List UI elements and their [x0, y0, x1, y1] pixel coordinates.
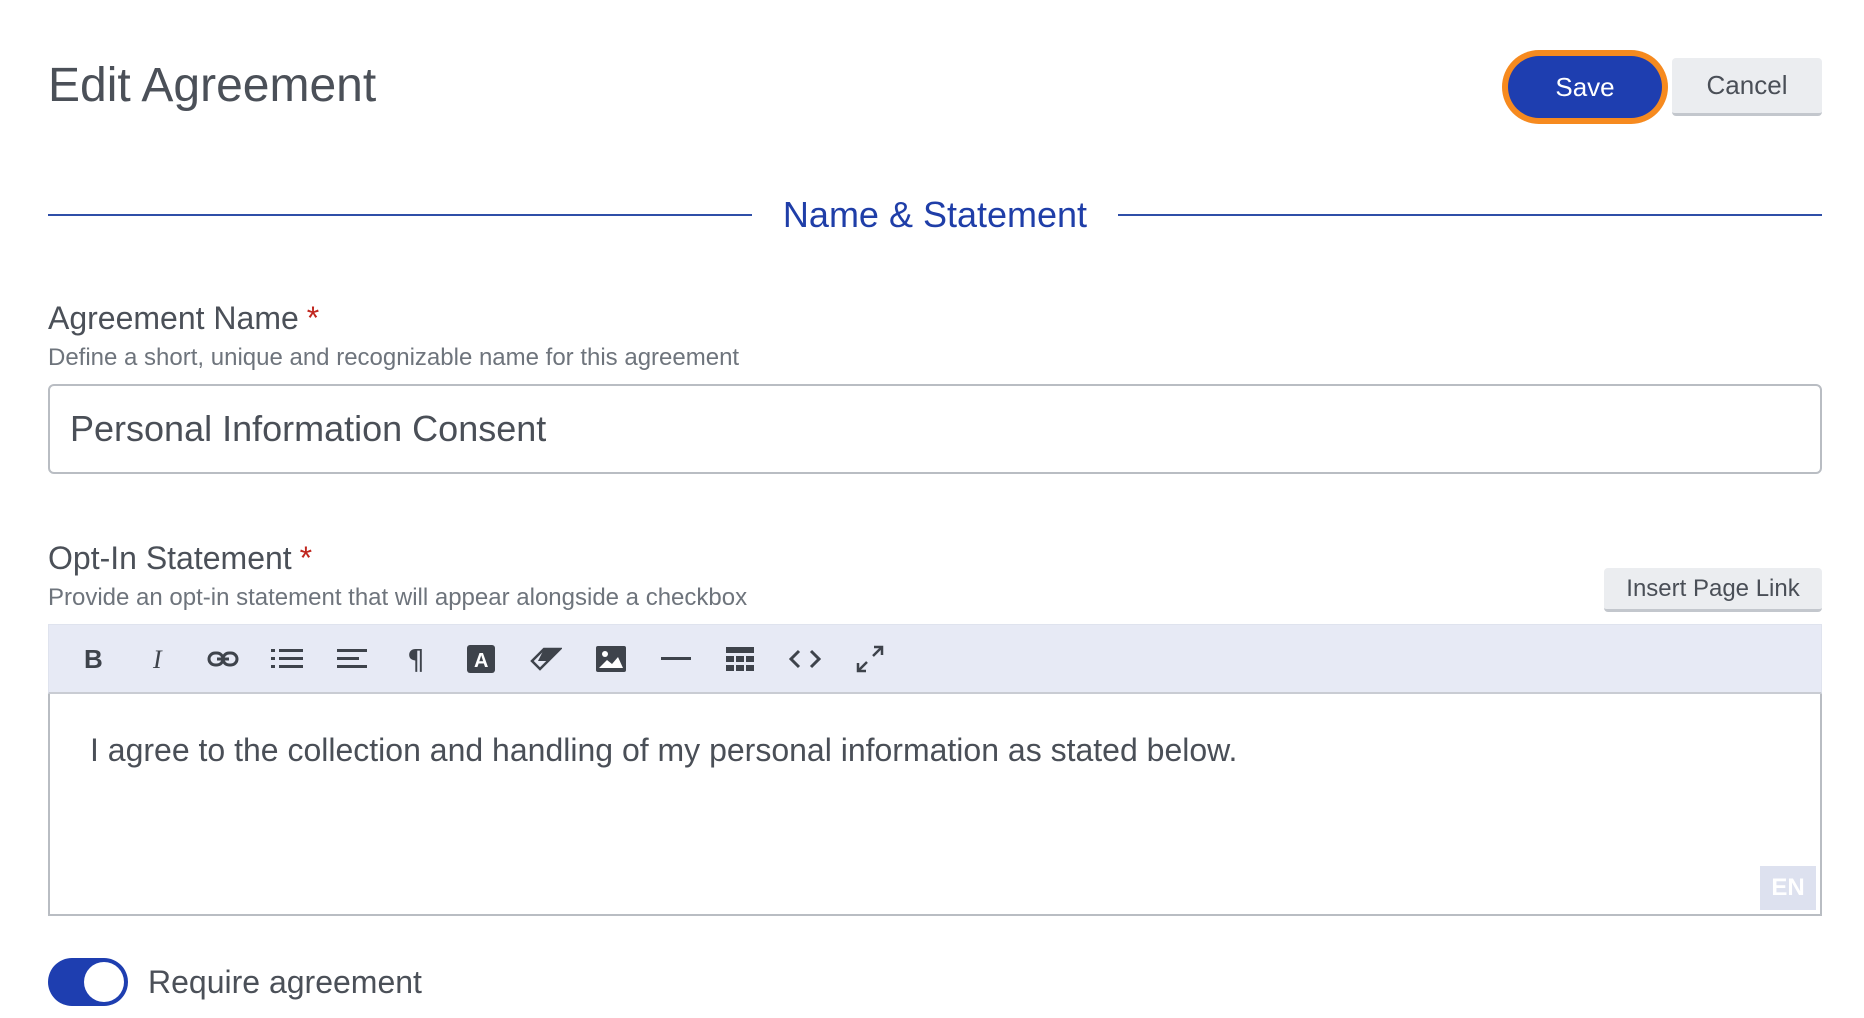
fullscreen-icon[interactable]	[837, 624, 902, 694]
agreement-name-help: Define a short, unique and recognizable …	[48, 344, 740, 371]
table-icon[interactable]	[708, 624, 773, 694]
cancel-button[interactable]: Cancel	[1672, 58, 1822, 116]
required-mark: *	[306, 300, 320, 336]
paragraph-icon[interactable]: ¶	[384, 624, 449, 694]
svg-text:A: A	[474, 650, 488, 672]
italic-icon[interactable]: I	[126, 624, 191, 694]
agreement-name-input[interactable]	[48, 384, 1822, 474]
section-title: Name & Statement	[782, 194, 1088, 235]
opt-in-statement-editor[interactable]: I agree to the collection and handling o…	[48, 694, 1822, 916]
link-icon[interactable]	[190, 624, 255, 694]
editor-toolbar: B I ¶ A	[48, 624, 1822, 694]
require-agreement-label: Require agreement	[148, 964, 422, 1000]
svg-text:I: I	[152, 646, 163, 672]
code-view-icon[interactable]	[773, 624, 838, 694]
agreement-name-label: Agreement Name *	[48, 300, 319, 337]
save-button[interactable]: Save	[1508, 56, 1662, 118]
horizontal-rule-icon[interactable]	[643, 624, 708, 694]
edit-agreement-page: Edit Agreement Save Cancel Name & Statem…	[0, 0, 1864, 1018]
require-agreement-toggle[interactable]	[48, 958, 128, 1006]
opt-in-statement-label-text: Opt-In Statement	[48, 540, 292, 576]
editor-content[interactable]: I agree to the collection and handling o…	[90, 732, 1237, 769]
page-title: Edit Agreement	[48, 59, 377, 112]
section-divider-right	[1118, 214, 1822, 216]
toggle-knob	[84, 962, 124, 1002]
align-icon[interactable]	[320, 624, 385, 694]
svg-text:B: B	[84, 646, 103, 672]
eraser-icon[interactable]	[514, 624, 579, 694]
language-badge: EN	[1760, 866, 1816, 910]
section-divider-left	[48, 214, 752, 216]
opt-in-statement-label: Opt-In Statement *	[48, 540, 312, 577]
agreement-name-label-text: Agreement Name	[48, 300, 299, 336]
bold-icon[interactable]: B	[61, 624, 126, 694]
insert-page-link-button[interactable]: Insert Page Link	[1604, 568, 1822, 612]
svg-text:¶: ¶	[407, 645, 425, 673]
bulleted-list-icon[interactable]	[255, 624, 320, 694]
required-mark: *	[299, 540, 313, 576]
image-icon[interactable]	[579, 624, 644, 694]
font-color-icon[interactable]: A	[449, 624, 514, 694]
opt-in-statement-help: Provide an opt-in statement that will ap…	[48, 584, 748, 611]
